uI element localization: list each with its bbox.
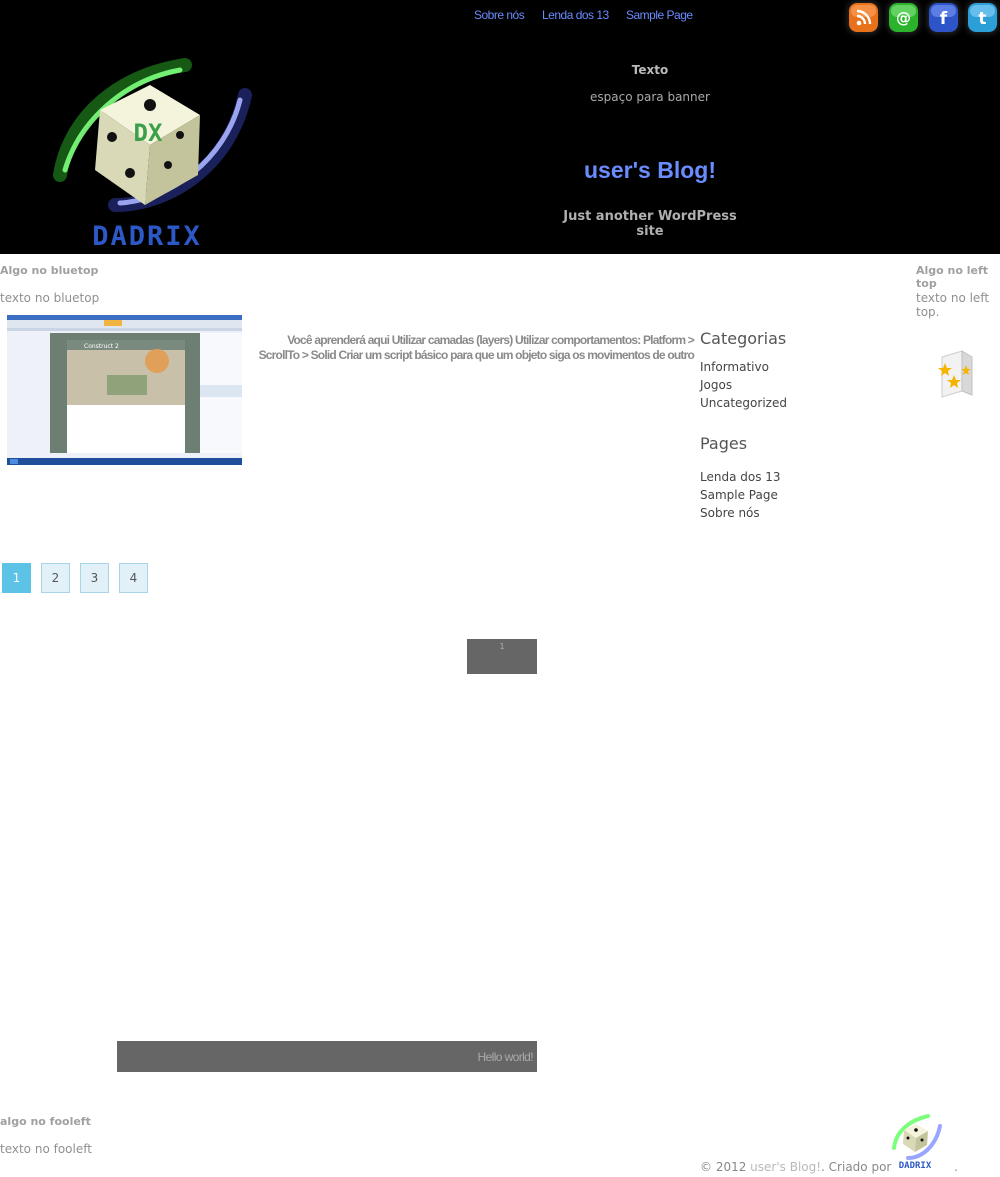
nav-link-lenda-dos-13[interactable]: Lenda dos 13 — [542, 8, 609, 22]
banner-placeholder-text: espaço para banner — [590, 90, 710, 104]
page-link-sobre-nos[interactable]: Sobre nós — [700, 506, 760, 520]
svg-text:DX: DX — [134, 119, 163, 147]
pagination-page-3[interactable]: 3 — [80, 563, 109, 593]
bluetop-widget-title: Algo no bluetop — [0, 264, 99, 277]
pagination-page-2[interactable]: 2 — [41, 563, 70, 593]
facebook-icon[interactable]: f — [929, 3, 958, 32]
category-link-informativo[interactable]: Informativo — [700, 360, 769, 374]
page-link-lenda-dos-13[interactable]: Lenda dos 13 — [700, 470, 781, 484]
svg-text:t: t — [978, 9, 986, 29]
site-header: Sobre nós Lenda dos 13 Sample Page @ f t… — [0, 0, 1000, 254]
footer-logo[interactable]: DADRIX — [886, 1112, 944, 1172]
post-title-bar: Hello world! — [117, 1041, 537, 1072]
page-link-sample-page[interactable]: Sample Page — [700, 488, 778, 502]
bluetop-widget-text: texto no bluetop — [0, 291, 100, 305]
banner-title: Texto — [631, 63, 669, 77]
site-title-link[interactable]: user's Blog! — [550, 157, 750, 184]
email-icon[interactable]: @ — [889, 3, 918, 32]
post-thumbnail[interactable]: Construct 2 — [7, 315, 242, 465]
svg-text:Construct 2: Construct 2 — [84, 343, 119, 350]
footer-credit: © 2012 user's Blog!. Criado por — [700, 1160, 891, 1174]
nav-link-sobre-nos[interactable]: Sobre nós — [474, 8, 525, 22]
nav-link-sample-page[interactable]: Sample Page — [626, 8, 693, 22]
site-logo[interactable]: DX DADRIX — [40, 55, 255, 254]
pagination-page-1[interactable]: 1 — [2, 563, 31, 593]
gray-box-number: 1 — [499, 642, 505, 651]
fooleft-widget-title: algo no fooleft — [0, 1115, 91, 1128]
footer-created-by: . Criado por — [821, 1160, 892, 1174]
category-link-uncategorized[interactable]: Uncategorized — [700, 396, 787, 410]
pages-heading: Pages — [700, 434, 748, 453]
svg-text:@: @ — [896, 9, 911, 27]
category-link-jogos[interactable]: Jogos — [700, 378, 732, 392]
star-box-icon — [930, 345, 980, 405]
post-excerpt-link[interactable]: Você aprenderá aqui Utilizar camadas (la… — [250, 333, 695, 363]
categories-heading: Categorias — [700, 329, 787, 348]
footer-end: . — [954, 1160, 958, 1174]
svg-text:f: f — [940, 9, 948, 29]
fooleft-widget-text: texto no fooleft — [0, 1142, 92, 1156]
svg-text:DADRIX: DADRIX — [899, 1161, 932, 1171]
post-title-link[interactable]: Hello world! — [478, 1050, 534, 1064]
lefttop-widget-title: Algo no left top — [916, 264, 989, 290]
twitter-icon[interactable]: t — [968, 3, 997, 32]
pagination-page-4[interactable]: 4 — [119, 563, 148, 593]
footer-copyright: © 2012 — [700, 1160, 751, 1174]
lefttop-widget-text: texto no left top. — [916, 291, 990, 319]
footer-blog-link[interactable]: user's Blog! — [750, 1160, 821, 1174]
site-tagline: Just another WordPress site — [563, 209, 737, 239]
svg-text:DADRIX: DADRIX — [92, 221, 202, 252]
gray-box: 1 — [467, 639, 537, 674]
rss-icon[interactable] — [849, 3, 878, 32]
